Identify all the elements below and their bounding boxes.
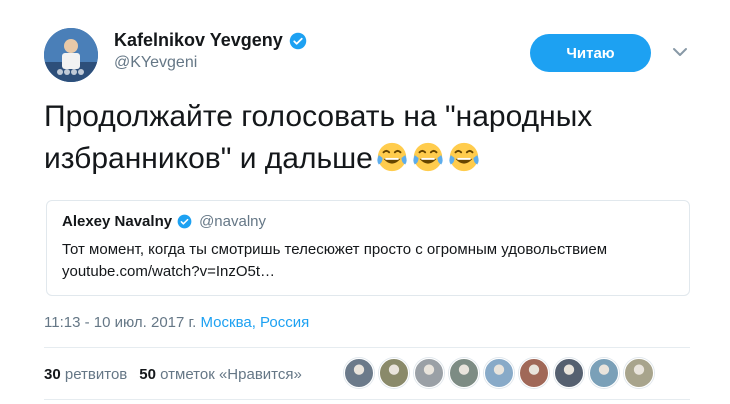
liker-avatar-icon[interactable] [344, 358, 374, 388]
quoted-tweet-card[interactable]: Alexey Navalny @navalny Тот момент, когд… [46, 200, 690, 296]
following-button[interactable]: Читаю [530, 34, 651, 72]
quoted-author-handle: @navalny [199, 213, 267, 230]
author-name-row[interactable]: Kafelnikov Yevgeny [114, 30, 307, 51]
divider [44, 347, 690, 348]
tweet-text-line-2: избранников" и дальше [44, 138, 694, 180]
divider [44, 399, 690, 400]
quoted-tweet-link[interactable]: youtube.com/watch?v=InzO5t… [62, 261, 682, 283]
likers-avatar-list [344, 358, 654, 388]
avatar-image-icon [44, 28, 98, 82]
tweet-text-line-2-words: избранников" и дальше [44, 142, 373, 175]
liker-avatar-icon[interactable] [379, 358, 409, 388]
verified-badge-icon [177, 214, 192, 229]
liker-avatar-icon[interactable] [484, 358, 514, 388]
likes-count: 50 [139, 366, 156, 383]
author-handle[interactable]: @KYevgeni [114, 54, 197, 72]
tweet-timestamp[interactable]: 11:13 - 10 июл. 2017 г. [44, 314, 196, 331]
face-with-tears-of-joy-icon [413, 142, 443, 172]
author-avatar[interactable] [44, 28, 98, 82]
face-with-tears-of-joy-icon [377, 142, 407, 172]
liker-avatar-icon[interactable] [519, 358, 549, 388]
retweets-count: 30 [44, 366, 61, 383]
likes-stat[interactable]: 50 отметок «Нравится» [139, 366, 302, 383]
author-name[interactable]: Kafelnikov Yevgeny [114, 30, 283, 51]
retweets-stat[interactable]: 30 ретвитов [44, 366, 127, 383]
likes-label: отметок «Нравится» [160, 366, 302, 383]
liker-avatar-icon[interactable] [624, 358, 654, 388]
tweet-meta: 11:13 - 10 июл. 2017 г. Москва, Россия [44, 314, 309, 331]
tweet-text-line-1: Продолжайте голосовать на "народных [44, 100, 593, 133]
chevron-down-icon[interactable] [672, 46, 688, 58]
tweet-location[interactable]: Москва, Россия [201, 314, 310, 331]
liker-avatar-icon[interactable] [414, 358, 444, 388]
quoted-author-row: Alexey Navalny @navalny [62, 213, 266, 230]
liker-avatar-icon[interactable] [554, 358, 584, 388]
retweets-label: ретвитов [64, 366, 128, 383]
quoted-author-name: Alexey Navalny [62, 213, 173, 230]
tweet-stats: 30 ретвитов 50 отметок «Нравится» [44, 366, 302, 383]
quoted-tweet-text: Тот момент, когда ты смотришь телесюжет … [62, 239, 682, 283]
liker-avatar-icon[interactable] [589, 358, 619, 388]
quoted-tweet-body: Тот момент, когда ты смотришь телесюжет … [62, 241, 608, 258]
face-with-tears-of-joy-icon [449, 142, 479, 172]
liker-avatar-icon[interactable] [449, 358, 479, 388]
verified-badge-icon [289, 32, 306, 49]
tweet-text: Продолжайте голосовать на "народных избр… [44, 96, 694, 180]
